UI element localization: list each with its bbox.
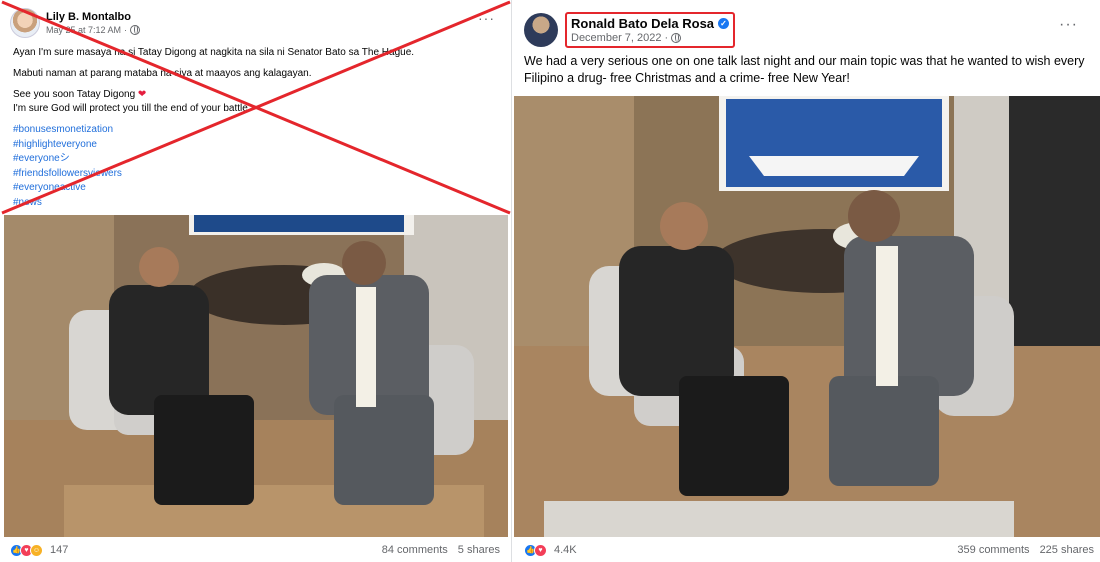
hashtag-link[interactable]: #news [13,196,503,211]
post-photo[interactable] [4,215,508,537]
love-icon: ♥ [534,543,547,557]
left-post-header: Lily B. Montalbo May 25 at 7:12 AM · [10,8,141,38]
hashtag-list: #bonusesmonetization #highlighteveryone … [13,123,503,210]
hashtag-link[interactable]: #everyoneactive [13,181,503,196]
avatar[interactable] [10,8,40,38]
post-text-line: See you soon Tatay Digong ❤ [13,89,147,100]
highlighted-author-box: Ronald Bato Dela Rosa ✓ December 7, 2022… [565,12,736,48]
globe-icon [671,33,682,43]
hashtag-link[interactable]: #everyoneシ [13,152,503,167]
comments-count[interactable]: 84 comments [382,544,448,556]
hashtag-link[interactable]: #friendsfollowersviewers [13,167,503,182]
photo-scene [4,215,508,537]
left-post-footer: 👍 ♥ ☺ 147 84 comments 5 shares [10,540,510,560]
author-name[interactable]: Lily B. Montalbo [46,11,140,23]
left-post: Lily B. Montalbo May 25 at 7:12 AM · ···… [0,0,512,562]
reaction-icons[interactable]: 👍 ♥ ☺ [10,543,43,557]
reaction-count[interactable]: 4.4K [554,544,577,556]
more-options-button[interactable]: ··· [1059,16,1078,34]
reaction-count[interactable]: 147 [50,544,68,556]
post-photo[interactable] [514,96,1100,537]
right-post-footer: 👍 ♥ 4.4K 359 comments 225 shares [524,540,1094,560]
post-text-line: I'm sure God will protect you till the e… [13,103,251,114]
heart-icon: ❤ [137,89,147,100]
right-post-header: Ronald Bato Dela Rosa ✓ December 7, 2022… [524,12,736,48]
photo-scene [514,96,1100,537]
post-text-line: Mabuti naman at parang mataba na siya at… [13,68,312,79]
post-timestamp[interactable]: December 7, 2022 · [571,32,668,44]
author-name[interactable]: Ronald Bato Dela Rosa [571,16,714,31]
shares-count[interactable]: 225 shares [1040,544,1094,556]
avatar[interactable] [524,13,558,47]
shares-count[interactable]: 5 shares [458,544,500,556]
reaction-icons[interactable]: 👍 ♥ [524,543,547,557]
hashtag-link[interactable]: #highlighteveryone [13,138,503,153]
post-text-line: Ayan I'm sure masaya na si Tatay Digong … [13,47,415,58]
care-icon: ☺ [30,543,43,557]
comments-count[interactable]: 359 comments [957,544,1029,556]
more-options-button[interactable]: ··· [478,10,495,26]
post-timestamp[interactable]: May 25 at 7:12 AM [46,25,121,35]
post-text: Ayan I'm sure masaya na si Tatay Digong … [13,46,503,210]
hashtag-link[interactable]: #bonusesmonetization [13,123,503,138]
verified-badge-icon: ✓ [718,18,730,29]
globe-icon [130,25,141,35]
post-text: We had a very serious one on one talk la… [524,54,1085,85]
